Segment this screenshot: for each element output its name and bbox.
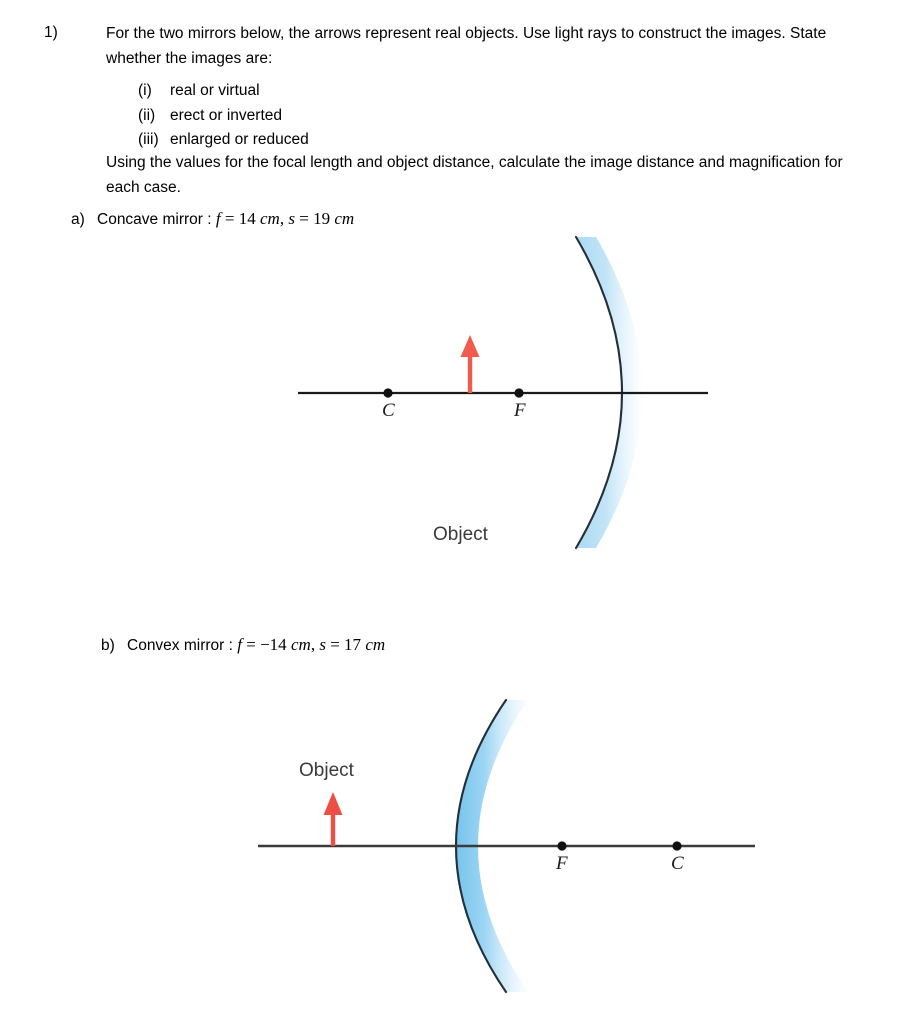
sub-item-ii-marker: (ii) xyxy=(138,106,156,124)
question-sub-items: (i) real or virtual (ii) erect or invert… xyxy=(138,79,309,153)
question-closing-text: Using the values for the focal length an… xyxy=(106,154,843,196)
sub-item-ii: (ii) erect or inverted xyxy=(138,104,309,129)
part-b-object-symbol: s xyxy=(319,635,326,654)
focal-point-label: F xyxy=(556,853,568,874)
convex-mirror-diagram: Object F C xyxy=(0,686,906,1006)
sub-item-iii-marker: (iii) xyxy=(138,131,159,148)
object-arrow xyxy=(323,792,343,846)
concave-mirror-svg xyxy=(298,235,708,550)
object-arrow xyxy=(460,335,480,393)
sub-item-i: (i) real or virtual xyxy=(138,79,309,104)
sub-item-iii-text: enlarged or reduced xyxy=(170,131,309,148)
part-b-focal-value: −14 xyxy=(260,635,287,654)
part-b-line: b) Convex mirror : f = −14 cm, s = 17 cm xyxy=(101,635,385,655)
sub-item-iii: (iii) enlarged or reduced xyxy=(138,128,309,153)
question-number: 1) xyxy=(44,24,58,41)
part-b-title: Convex mirror : xyxy=(127,637,238,654)
part-b-eq1: = xyxy=(241,635,261,654)
focal-point xyxy=(557,841,567,851)
sub-item-ii-text: erect or inverted xyxy=(170,106,282,124)
question-prompt: For the two mirrors below, the arrows re… xyxy=(106,22,858,71)
concave-mirror-diagram: Object C F xyxy=(0,226,906,566)
object-label: Object xyxy=(299,760,354,781)
sub-item-i-text: real or virtual xyxy=(170,82,260,99)
center-of-curvature-point xyxy=(672,841,682,851)
part-b-object-unit: cm xyxy=(365,635,386,654)
focal-point xyxy=(514,388,524,398)
convex-mirror-svg xyxy=(258,698,755,994)
focal-point-label: F xyxy=(514,400,526,421)
center-of-curvature-point xyxy=(383,388,393,398)
object-label: Object xyxy=(433,524,488,545)
sub-item-i-marker: (i) xyxy=(138,82,152,99)
part-b-focal-unit: cm xyxy=(290,635,311,654)
part-b-object-value: 17 xyxy=(344,635,362,654)
part-b-marker: b) xyxy=(101,637,115,654)
part-b-eq2: = xyxy=(325,635,345,654)
center-of-curvature-label: C xyxy=(671,853,684,874)
question-prompt-text: For the two mirrors below, the arrows re… xyxy=(106,25,827,67)
center-of-curvature-label: C xyxy=(382,400,395,421)
